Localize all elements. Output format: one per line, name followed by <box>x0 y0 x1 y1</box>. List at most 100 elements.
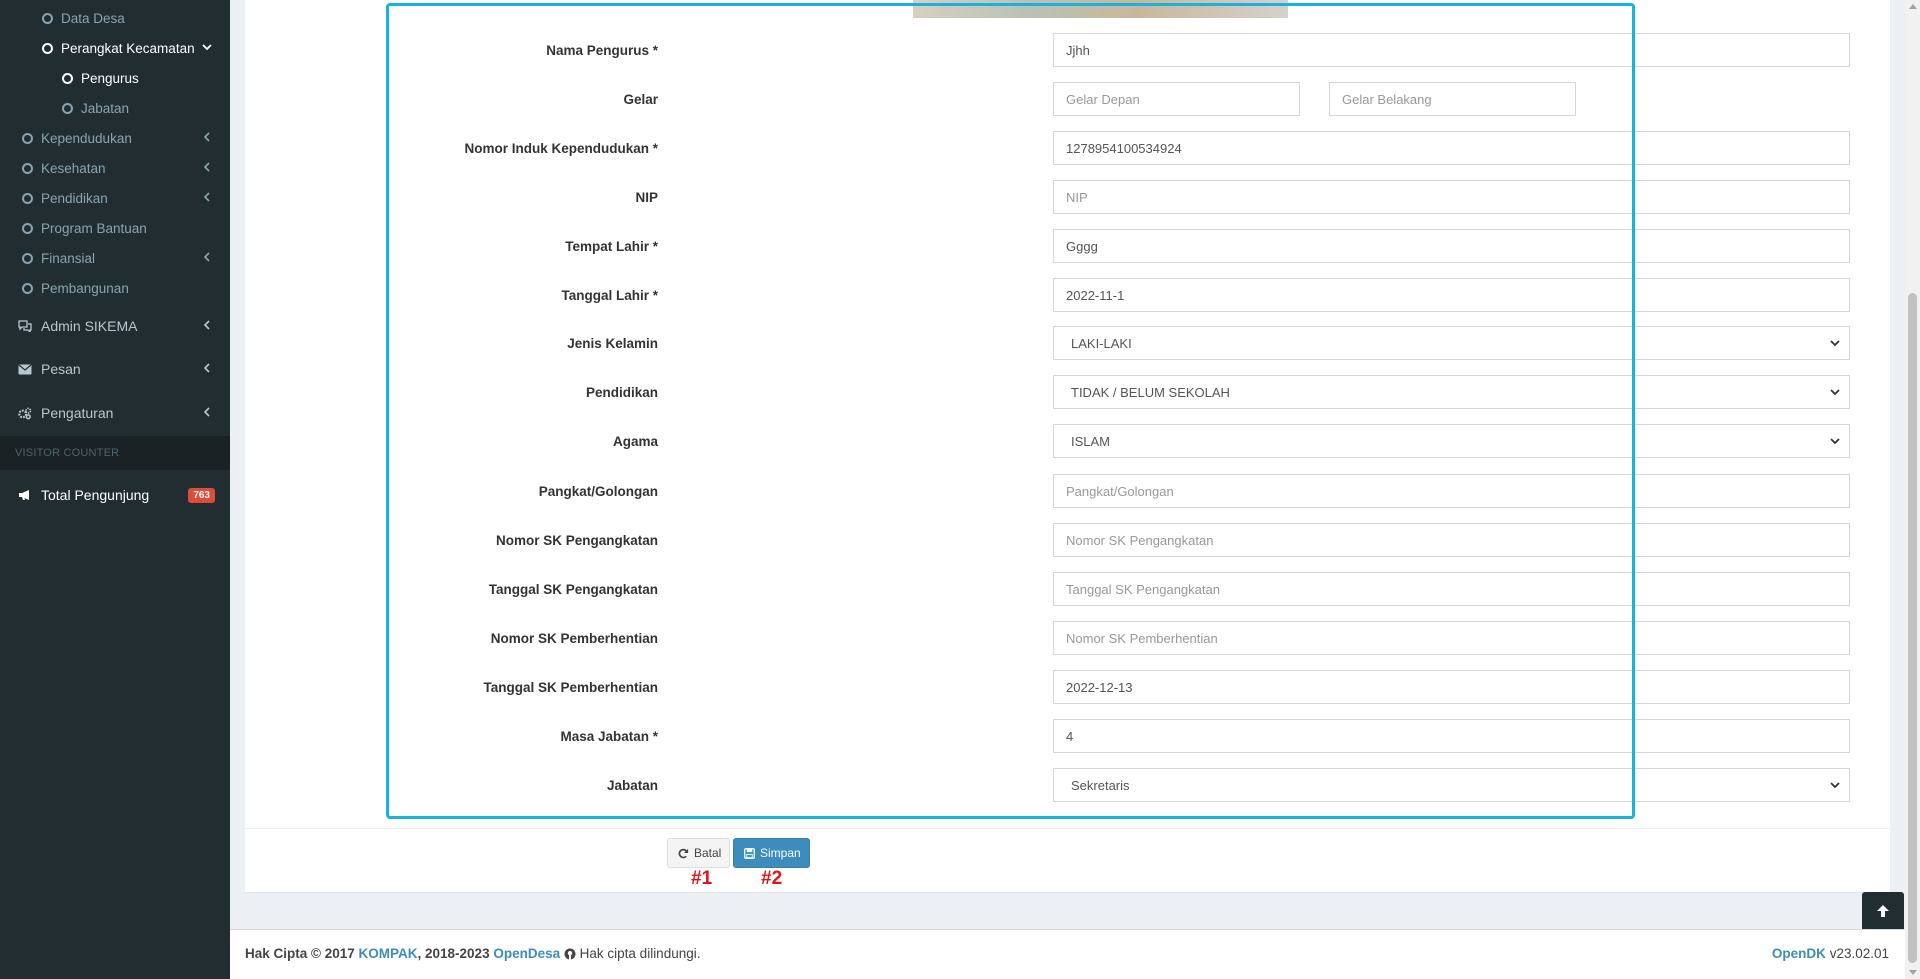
jabatan-select[interactable]: Sekretaris <box>1053 768 1850 802</box>
tanggal-sk-pemberhentian-input[interactable] <box>1053 670 1850 704</box>
sidebar-item-pendidikan[interactable]: Pendidikan <box>0 183 230 213</box>
circle-icon <box>22 222 33 234</box>
sidebar-item-pengaturan[interactable]: Pengaturan <box>0 397 230 429</box>
sidebar-item-finansial[interactable]: Finansial <box>0 243 230 273</box>
sidebar-item-label: Pengaturan <box>41 405 114 421</box>
jabatan-label: Jabatan <box>606 777 658 793</box>
chevron-left-icon <box>202 251 212 265</box>
chevron-down-icon <box>1829 386 1841 398</box>
page-footer: Hak Cipta © 2017 KOMPAK, 2018-2023 OpenD… <box>230 929 1905 979</box>
tanggal-sk-pengangkatan-input[interactable] <box>1053 572 1850 606</box>
sidebar-item-label: Pendidikan <box>41 190 108 206</box>
sidebar-item-kependudukan[interactable]: Kependudukan <box>0 123 230 153</box>
nik-input[interactable] <box>1053 131 1850 165</box>
form-row-gelar: Gelar <box>386 82 1635 116</box>
sidebar-item-pesan[interactable]: Pesan <box>0 353 230 385</box>
circle-icon <box>22 192 33 204</box>
tanggal-lahir-input[interactable] <box>1053 278 1850 312</box>
box-footer <box>245 828 1890 893</box>
nomor-sk-pengangkatan-input[interactable] <box>1053 523 1850 557</box>
nomor-sk-pemberhentian-label: Nomor SK Pemberhentian <box>490 630 658 646</box>
sidebar-item-total-pengunjung[interactable]: Total Pengunjung 763 <box>0 479 230 511</box>
circle-icon <box>62 72 73 84</box>
sidebar-item-label: Pembangunan <box>41 280 129 296</box>
sidebar-item-label: Jabatan <box>81 100 130 116</box>
comments-icon <box>18 320 32 332</box>
chevron-left-icon <box>202 319 212 333</box>
pendidikan-value: TIDAK / BELUM SEKOLAH <box>1071 384 1230 400</box>
circle-icon <box>42 42 53 54</box>
chevron-left-icon <box>202 191 212 205</box>
form-row-masa-jabatan: Masa Jabatan * <box>386 719 1850 753</box>
save-icon <box>744 847 755 859</box>
form-row-tempat-lahir: Tempat Lahir * <box>386 229 1850 263</box>
sidebar-item-pembangunan[interactable]: Pembangunan <box>0 273 230 303</box>
form-row-agama: Agama ISLAM <box>386 424 1850 458</box>
circle-icon <box>22 252 33 264</box>
marker-1: #1 <box>691 868 713 889</box>
gelar-depan-input[interactable] <box>1053 82 1300 116</box>
copyright: Hak Cipta © 2017 KOMPAK, 2018-2023 OpenD… <box>245 946 700 961</box>
jenis-kelamin-value: LAKI-LAKI <box>1071 335 1132 351</box>
nama-pengurus-label: Nama Pengurus * <box>546 42 658 58</box>
chevron-down-icon <box>1829 337 1841 349</box>
nik-label: Nomor Induk Kependudukan * <box>464 140 658 156</box>
scroll-down-arrow-icon[interactable] <box>1909 970 1917 975</box>
circle-icon <box>62 102 73 114</box>
sidebar-item-label: Data Desa <box>61 10 125 26</box>
nomor-sk-pemberhentian-input[interactable] <box>1053 621 1850 655</box>
scroll-up-arrow-icon[interactable] <box>1909 4 1917 9</box>
sidebar-item-perangkat-kecamatan[interactable]: Perangkat Kecamatan <box>0 33 230 63</box>
form-row-nama-pengurus: Nama Pengurus * <box>386 33 1850 67</box>
tempat-lahir-input[interactable] <box>1053 229 1850 263</box>
agama-select[interactable]: ISLAM <box>1053 424 1850 458</box>
sidebar-item-label: Finansial <box>41 250 96 266</box>
masa-jabatan-label: Masa Jabatan * <box>560 728 658 744</box>
envelope-icon <box>18 364 32 375</box>
sidebar-item-jabatan[interactable]: Jabatan <box>0 93 230 123</box>
scrollbar-thumb[interactable] <box>1908 293 1917 963</box>
kompak-link[interactable]: KOMPAK <box>359 946 418 961</box>
jabatan-value: Sekretaris <box>1071 777 1130 793</box>
form-row-nomor-sk-pengangkatan: Nomor SK Pengangkatan <box>386 523 1850 557</box>
refresh-icon <box>678 848 689 859</box>
circle-icon <box>42 12 53 24</box>
agama-value: ISLAM <box>1071 433 1111 449</box>
simpan-button[interactable]: Simpan <box>733 838 810 868</box>
pendidikan-label: Pendidikan <box>585 384 658 400</box>
pangkat-input[interactable] <box>1053 474 1850 508</box>
tempat-lahir-label: Tempat Lahir * <box>565 238 658 254</box>
gelar-label: Gelar <box>623 91 658 107</box>
jenis-kelamin-label: Jenis Kelamin <box>567 335 658 351</box>
opendk-link[interactable]: OpenDK <box>1772 946 1826 961</box>
masa-jabatan-input[interactable] <box>1053 719 1850 753</box>
batal-button[interactable]: Batal <box>667 838 730 868</box>
jenis-kelamin-select[interactable]: LAKI-LAKI <box>1053 326 1850 360</box>
batal-label: Batal <box>694 846 722 860</box>
gelar-belakang-input[interactable] <box>1329 82 1576 116</box>
nip-input[interactable] <box>1053 180 1850 214</box>
opendesa-link[interactable]: OpenDesa <box>493 946 560 961</box>
sidebar-item-label: Program Bantuan <box>41 220 147 236</box>
sidebar-item-pengurus[interactable]: Pengurus <box>0 63 230 93</box>
pendidikan-select[interactable]: TIDAK / BELUM SEKOLAH <box>1053 375 1850 409</box>
sidebar-item-data-desa[interactable]: Data Desa <box>0 3 230 33</box>
sidebar-item-label: Total Pengunjung <box>41 487 150 503</box>
chevron-down-icon <box>1829 435 1841 447</box>
form-row-tanggal-lahir: Tanggal Lahir * <box>386 278 1850 312</box>
form-row-nomor-sk-pemberhentian: Nomor SK Pemberhentian <box>386 621 1850 655</box>
sidebar-item-admin-sikema[interactable]: Admin SIKEMA <box>0 310 230 342</box>
scroll-top-button[interactable] <box>1862 892 1904 932</box>
bullhorn-icon <box>18 489 32 501</box>
rights-text: Hak cipta dilindungi. <box>579 946 701 961</box>
sidebar-item-kesehatan[interactable]: Kesehatan <box>0 153 230 183</box>
circle-icon <box>22 162 33 174</box>
copyright-years: , 2018-2023 <box>417 946 490 961</box>
sidebar-item-program-bantuan[interactable]: Program Bantuan <box>0 213 230 243</box>
pangkat-label: Pangkat/Golongan <box>538 483 658 499</box>
arrow-up-icon <box>1875 903 1891 922</box>
nama-pengurus-input[interactable] <box>1053 33 1850 67</box>
sidebar: Data Desa Perangkat Kecamatan Pengurus J… <box>0 0 230 979</box>
photo-preview <box>913 0 1288 18</box>
page-scrollbar[interactable] <box>1905 0 1920 979</box>
